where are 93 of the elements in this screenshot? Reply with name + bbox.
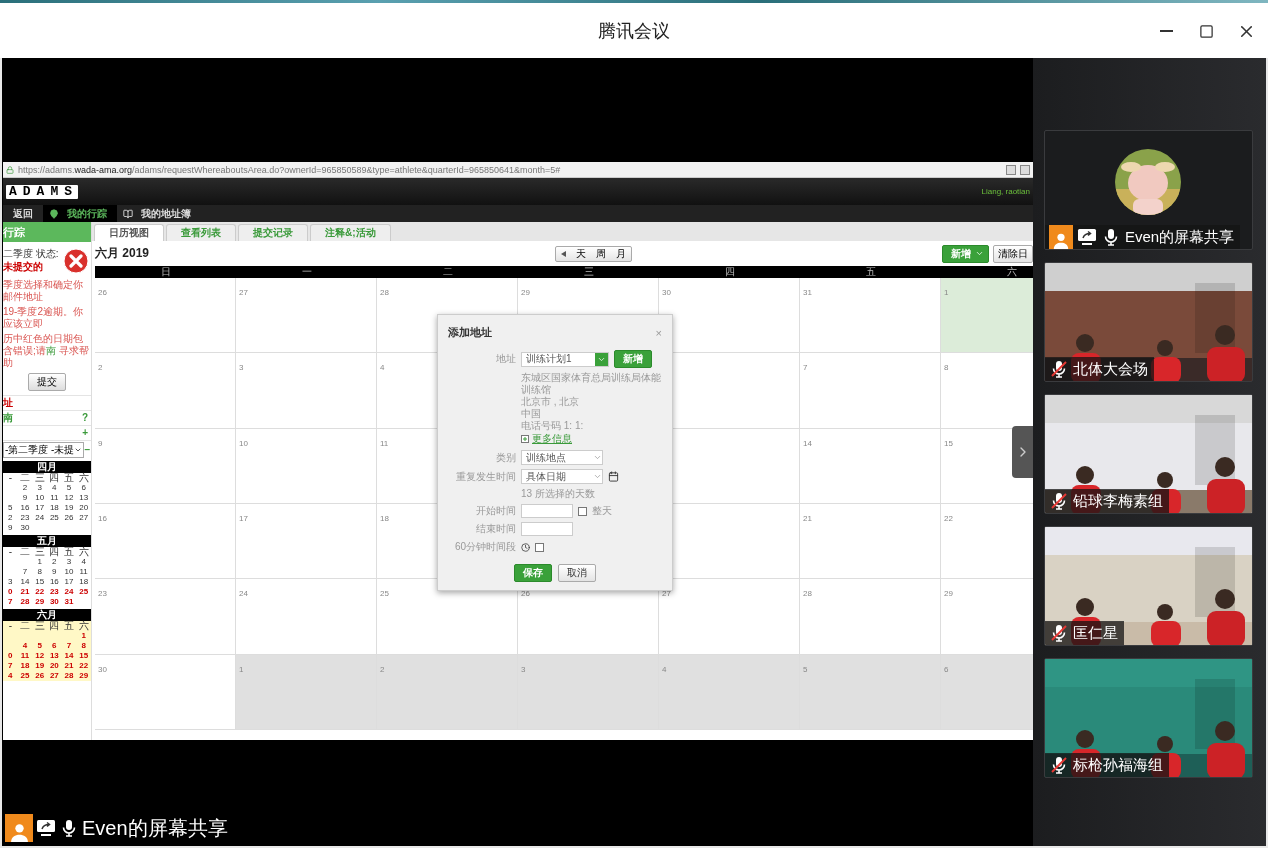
participant-name: Even的屏幕共享: [1125, 227, 1235, 247]
weekday-label: 六: [77, 473, 90, 483]
participant-name: 匡仁星: [1073, 623, 1118, 643]
day-number: 3: [521, 664, 526, 674]
day-number: 28: [803, 589, 812, 599]
day-number: 16: [98, 514, 107, 523]
participant-name: 北体大会场: [1073, 359, 1148, 379]
day-number: 11: [380, 438, 389, 448]
day-number: 25: [380, 589, 389, 599]
day-number: 8: [944, 363, 949, 373]
month-title: 六月 2019: [95, 245, 151, 262]
participant-name: 铅球李梅素组: [1073, 491, 1163, 511]
address-line: 东城区国家体育总局训练局体能训练馆: [521, 372, 662, 396]
weekday-label: 四: [48, 473, 61, 483]
weekday-label: 五: [63, 547, 75, 557]
weekday-label: 五: [63, 473, 75, 483]
day-number: 26: [98, 288, 107, 297]
weekday-label: 四: [723, 266, 736, 278]
day-number: 17: [239, 514, 248, 523]
day-number: 1: [239, 664, 244, 674]
adams-logo: ADAMS: [6, 184, 78, 199]
day-number: 22: [944, 514, 953, 523]
day-number: 26: [521, 589, 530, 599]
weekday-label: 二: [19, 473, 31, 483]
day-number: 27: [662, 589, 671, 599]
day-number: 3: [239, 363, 244, 373]
field-label: 类别: [495, 450, 516, 465]
day-number: 15: [944, 438, 953, 448]
weekday-label: 三: [33, 473, 46, 483]
window-title: 腾讯会议: [598, 19, 670, 43]
weekday-label: 四: [48, 547, 61, 557]
weekday-label: 二: [19, 547, 31, 557]
sharer-name: Even的屏幕共享: [82, 815, 228, 841]
field-label: 地址: [495, 352, 516, 366]
day-number: 23: [98, 589, 107, 599]
weekday-label: 四: [48, 621, 61, 631]
day-number: 31: [803, 288, 812, 297]
day-number: 24: [239, 589, 248, 599]
weekday-label: 三: [582, 266, 595, 278]
day-number: 29: [521, 288, 530, 297]
day-number: 28: [380, 288, 389, 297]
url-text: https://adams.wada-ama.org/adams/requestWhereaboutsArea.do?ownerId=965850589&type=athlete&quarterId=965850641&month=5#: [18, 164, 562, 175]
day-number: 29: [944, 589, 953, 599]
field-label: 开始时间: [475, 504, 516, 518]
day-number: 18: [380, 514, 389, 523]
day-number: 21: [803, 514, 812, 523]
month-title: 四月: [3, 461, 91, 473]
weekday-label: -: [7, 547, 13, 557]
weekday-label: -: [7, 621, 13, 631]
weekday-label: 日: [159, 266, 172, 278]
address-line: 北京市 , 北京: [521, 396, 581, 408]
status-value: 未提交的: [3, 261, 44, 273]
day-number: 5: [803, 664, 808, 674]
field-label: 重复发生时间: [455, 469, 516, 484]
weekday-label: 五: [63, 621, 75, 631]
day-number: 4: [662, 664, 667, 674]
warning-message: 季度选择和确定你邮件地址: [3, 279, 84, 303]
day-number: 10: [239, 438, 248, 448]
weekday-label: 二: [441, 266, 454, 278]
dialog-title: 添加地址: [448, 325, 492, 340]
all-day-label: 整天: [592, 505, 612, 517]
weekday-label: 二: [19, 621, 31, 631]
day-number: 1: [944, 288, 949, 297]
address-line: 电话号码 1: 1:: [521, 420, 585, 432]
weekday-label: 三: [33, 547, 46, 557]
day-number: 4: [380, 363, 385, 373]
days-selected-text: 13 所选择的天数: [521, 488, 596, 500]
weekday-label: 六: [77, 547, 90, 557]
day-number: 27: [239, 288, 248, 297]
warning-message: 19-季度2逾期。你应该立即: [3, 306, 84, 330]
warning-message: 历中红色的日期包含错误;请南 寻求帮助: [3, 333, 90, 369]
field-label: 结束时间: [475, 522, 516, 536]
day-number: 6: [944, 664, 949, 674]
day-number: 30: [662, 288, 671, 297]
address-line: 中国: [521, 408, 542, 420]
sidebar-title: 行踪: [3, 222, 91, 242]
day-number: 7: [803, 363, 808, 373]
weekday-label: -: [7, 473, 13, 483]
day-number: 2: [380, 664, 385, 674]
month-title: 六月: [3, 609, 91, 621]
field-label: 60分钟时间段: [453, 540, 516, 554]
quarter-status-label: 二季度 状态:: [3, 248, 59, 260]
day-number: 9: [98, 438, 103, 448]
weekday-label: 一: [300, 266, 313, 278]
day-number: 30: [98, 664, 107, 674]
weekday-label: 六: [1005, 266, 1018, 278]
weekday-label: 三: [33, 621, 46, 631]
weekday-label: 六: [77, 621, 90, 631]
day-number: 14: [803, 438, 812, 448]
month-title: 五月: [3, 535, 91, 547]
participant-name: 标枪孙福海组: [1073, 755, 1163, 775]
weekday-label: 五: [864, 266, 877, 278]
day-number: 2: [98, 363, 103, 373]
